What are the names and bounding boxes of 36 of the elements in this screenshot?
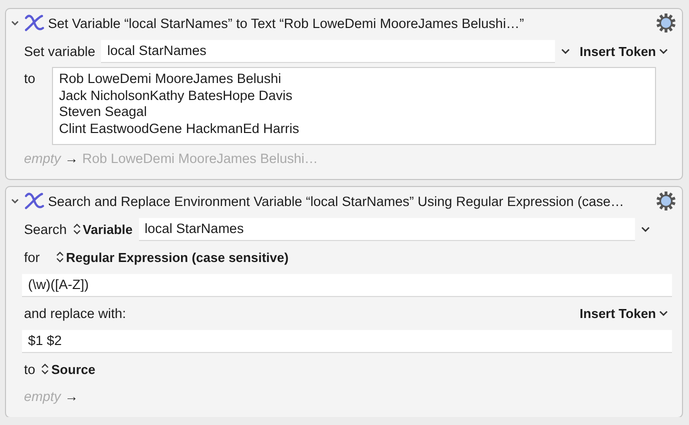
result-before: empty [24,150,61,166]
result-before: empty [24,388,61,404]
caret-icon [659,48,668,54]
target-popup[interactable]: Source [41,362,96,376]
mode-popup[interactable]: Regular Expression (case sensitive) [56,250,289,264]
updown-icon [41,363,50,375]
action-title: Set Variable “local StarNames” to Text “Rob LoweDemi MooreJames Belushi…” [48,16,525,30]
search-in-popup[interactable]: Variable [72,222,133,236]
gear-icon[interactable] [656,191,676,211]
updown-icon [72,223,81,235]
field-label: for [24,250,41,264]
caret-icon [641,226,650,232]
text-area[interactable]: Rob LoweDemi MooreJames Belushi Jack NicholsonKathy BatesHope Davis Steven Seagal Clint EastwoodGene HackmanEd Harris [52,67,656,145]
gear-icon[interactable] [656,13,676,33]
field-label: Set variable [24,44,96,58]
insert-token-button[interactable]: Insert Token [576,44,672,58]
pattern-field[interactable]: (\w)([A-Z]) [22,274,672,296]
result-arrow: → [64,388,78,404]
updown-icon [56,251,64,263]
variable-field[interactable]: local StarNames [101,40,555,62]
insert-token-button[interactable]: Insert Token [576,306,672,320]
result-arrow: → [64,150,78,166]
field-label: Search [24,222,67,236]
caret-icon [560,48,570,54]
chevron-down-icon[interactable] [10,18,20,28]
caret-icon [659,310,668,316]
action-title: Search and Replace Environment Variable “local StarNames” Using Regular Expression (case… [48,194,626,208]
variable-field[interactable]: local StarNames [138,218,635,240]
variable-x-icon [23,13,45,33]
result-after: Rob LoweDemi MooreJames Belushi… [82,150,318,166]
variable-x-icon [23,191,45,211]
field-label: and replace with: [24,306,126,320]
replacement-field[interactable]: $1 $2 [22,330,672,352]
field-label: to [24,362,36,376]
field-label: to [24,70,36,86]
chevron-down-icon[interactable] [10,196,20,206]
